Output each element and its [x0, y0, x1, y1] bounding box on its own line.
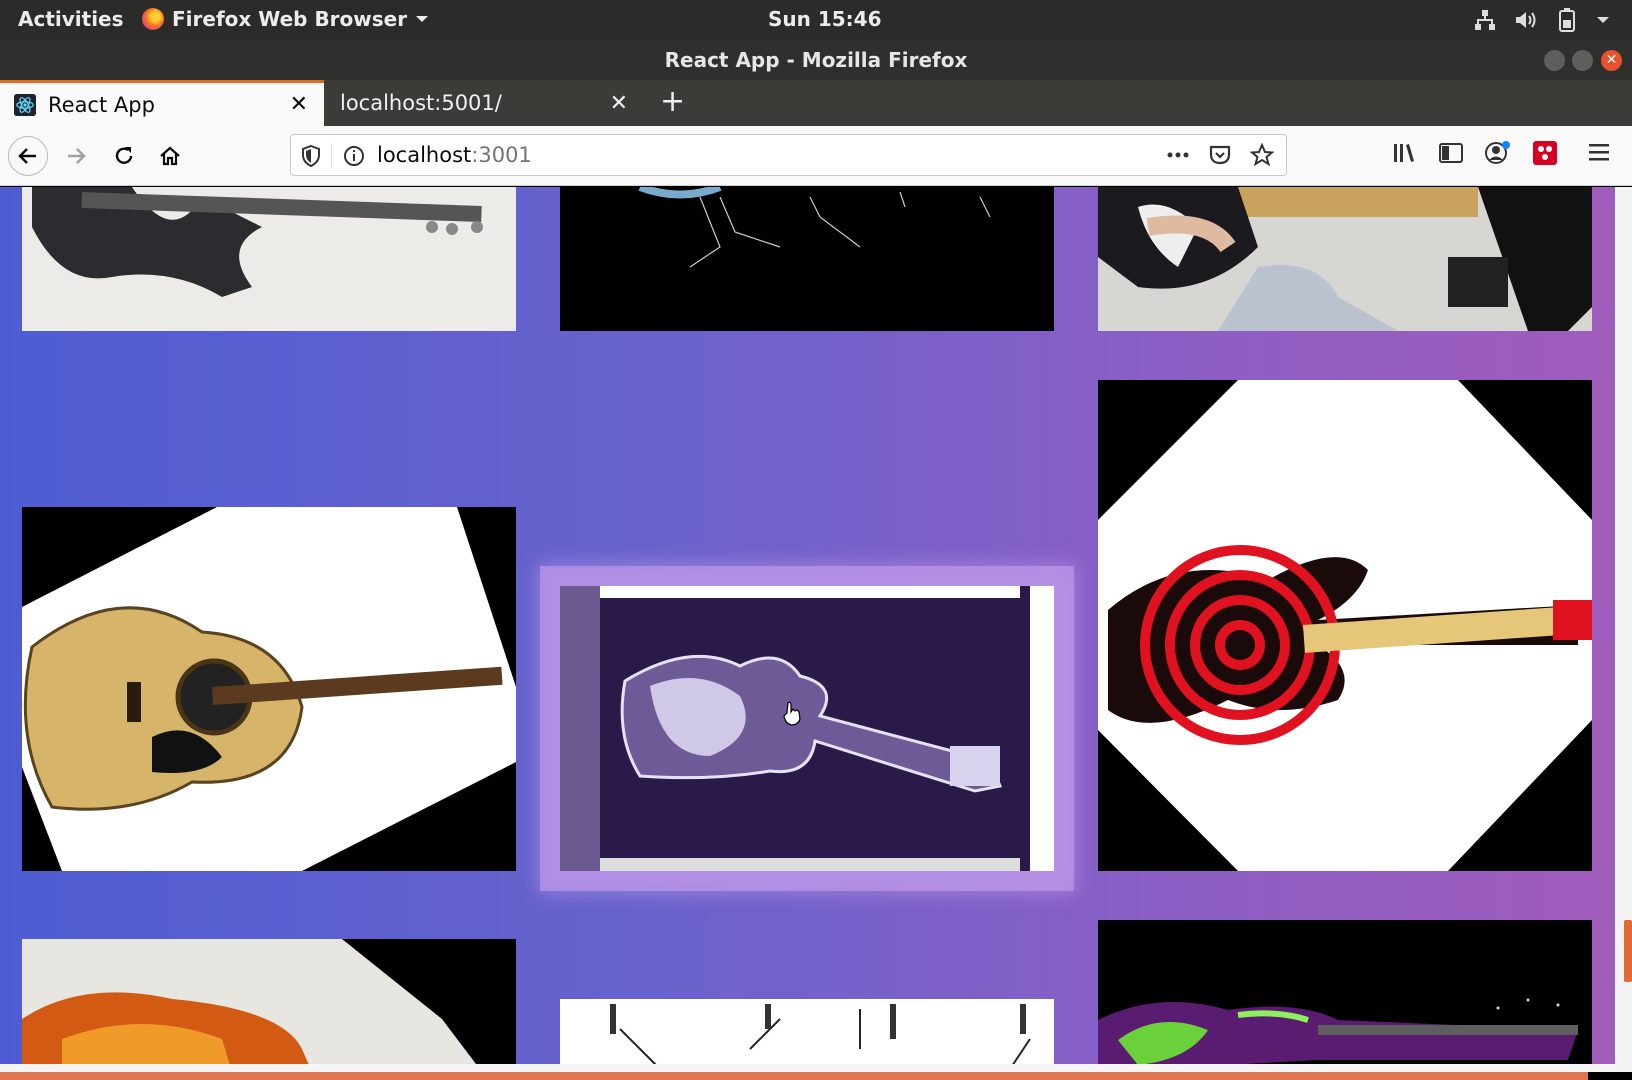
pocket-icon[interactable] — [1208, 144, 1232, 166]
activities-button[interactable]: Activities — [18, 7, 124, 31]
tab-label: localhost:5001/ — [340, 91, 502, 115]
address-bar[interactable]: localhost:3001 — [290, 134, 1287, 176]
person-playing-image — [1098, 187, 1592, 331]
tab-localhost-5001[interactable]: localhost:5001/ ✕ — [324, 80, 644, 126]
clock[interactable]: Sun 15:46 — [768, 7, 882, 31]
app-menu[interactable]: Firefox Web Browser — [142, 7, 429, 31]
reload-icon — [115, 147, 133, 164]
divider — [331, 143, 332, 167]
close-tab-icon[interactable]: ✕ — [610, 91, 628, 116]
page-content — [0, 187, 1632, 1072]
gallery-image-tuning-diagram[interactable] — [560, 999, 1054, 1072]
window-title-bar: React App - Mozilla Firefox ✕ — [0, 40, 1632, 80]
close-tab-icon[interactable]: ✕ — [290, 92, 308, 117]
tuning-diagram-image — [560, 999, 1054, 1072]
electric-bass-image — [22, 187, 516, 331]
arrow-right-icon — [68, 148, 86, 164]
acoustic-guitar-image — [22, 507, 516, 871]
guitar-diagram-image — [560, 187, 1054, 331]
bookmark-star-icon[interactable] — [1250, 143, 1274, 167]
battery-icon — [1559, 8, 1575, 32]
neon-guitar-image — [1098, 920, 1592, 1072]
gallery-image-electric-bass[interactable] — [22, 187, 516, 331]
tab-react-app[interactable]: React App ✕ — [0, 80, 324, 126]
home-icon — [160, 146, 180, 166]
new-tab-button[interactable]: + — [660, 84, 685, 119]
reload-button[interactable] — [106, 138, 142, 174]
xray-guitar-image — [560, 586, 1054, 871]
firefox-icon — [142, 8, 164, 30]
url-text[interactable]: localhost:3001 — [377, 143, 532, 167]
gallery-image-guitar-diagram[interactable] — [560, 187, 1054, 331]
chevron-down-icon — [416, 16, 429, 22]
back-button[interactable] — [8, 136, 48, 176]
url-host: localhost — [377, 143, 472, 167]
gallery-image-sunburst-acoustic[interactable] — [22, 939, 516, 1072]
library-icon[interactable] — [1392, 141, 1418, 165]
chevron-down-icon — [1597, 17, 1609, 23]
gallery-image-bullseye-guitar[interactable] — [1098, 380, 1592, 871]
window-title: React App - Mozilla Firefox — [664, 48, 968, 72]
gallery-image-neon-guitar[interactable] — [1098, 920, 1592, 1072]
url-port: :3001 — [471, 143, 532, 167]
hand-cursor-icon — [783, 701, 801, 726]
site-info-icon[interactable] — [343, 145, 365, 167]
forward-button[interactable] — [58, 138, 94, 174]
account-icon[interactable] — [1484, 140, 1512, 166]
hamburger-menu-icon[interactable] — [1586, 140, 1612, 164]
toolbar-right — [1392, 140, 1558, 166]
close-window-button[interactable]: ✕ — [1601, 50, 1622, 71]
minimize-button[interactable] — [1544, 50, 1565, 71]
bullseye-guitar-image — [1098, 380, 1592, 871]
react-icon — [14, 93, 36, 116]
scrollbar-thumb[interactable] — [1624, 920, 1632, 982]
arrow-left-icon — [18, 148, 36, 164]
tracking-shield-icon[interactable] — [301, 145, 321, 167]
app-menu-label: Firefox Web Browser — [172, 7, 408, 31]
gallery-image-acoustic-guitar[interactable] — [22, 507, 516, 871]
tab-label: React App — [48, 92, 155, 117]
network-icon — [1475, 10, 1495, 30]
maximize-button[interactable] — [1572, 50, 1593, 71]
tab-strip: React App ✕ localhost:5001/ ✕ + — [0, 80, 1632, 126]
home-button[interactable] — [152, 138, 188, 174]
status-line — [0, 1072, 1588, 1080]
system-top-bar: Activities Firefox Web Browser Sun 15:46 — [0, 0, 1632, 40]
url-actions — [1166, 143, 1274, 167]
sidebar-icon[interactable] — [1438, 142, 1464, 164]
gallery-image-xray-guitar[interactable] — [540, 566, 1074, 891]
more-actions-icon[interactable] — [1166, 151, 1190, 159]
extension-icon[interactable] — [1532, 140, 1558, 166]
page-bottom — [0, 1064, 1615, 1072]
sunburst-acoustic-image — [22, 939, 516, 1072]
gallery-image-person-playing[interactable] — [1098, 187, 1592, 331]
volume-icon — [1516, 12, 1536, 28]
navigation-toolbar: localhost:3001 — [0, 126, 1632, 186]
system-tray[interactable] — [1474, 8, 1610, 32]
